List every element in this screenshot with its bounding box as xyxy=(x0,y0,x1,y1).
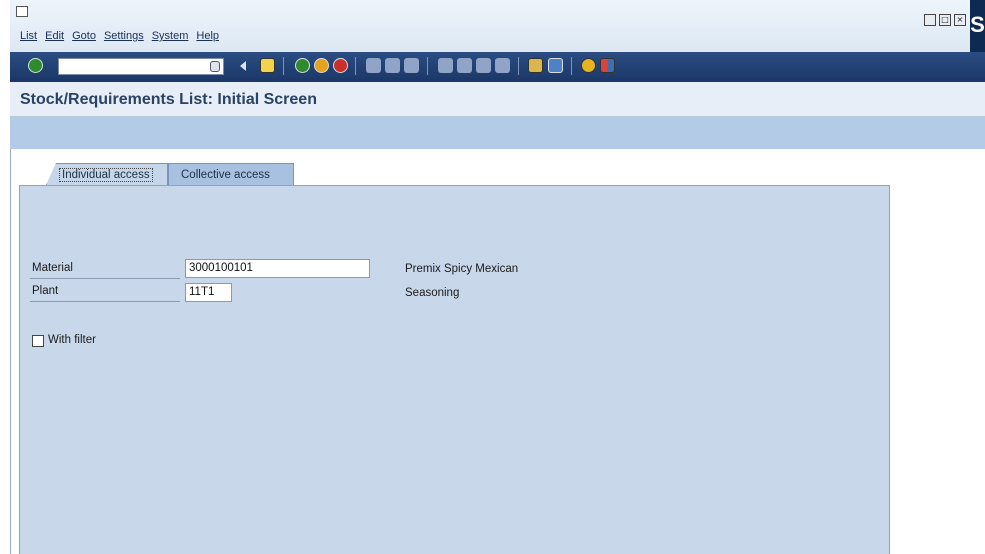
material-description-line-2: Seasoning xyxy=(405,287,460,299)
menu-help[interactable]: Help xyxy=(196,30,219,46)
material-description-line-1: Premix Spicy Mexican xyxy=(405,263,519,275)
sap-logo: S xyxy=(970,0,985,52)
plant-input[interactable]: 11T1 xyxy=(185,283,232,302)
menu-list[interactable]: List xyxy=(20,30,37,46)
toolbar-separator xyxy=(355,57,356,75)
menu-system[interactable]: System xyxy=(152,30,189,46)
material-input[interactable]: 3000100101 xyxy=(185,259,370,278)
print-icon[interactable] xyxy=(366,58,381,73)
system-menu-icon[interactable] xyxy=(16,6,28,17)
first-page-icon[interactable] xyxy=(438,58,453,73)
toolbar-separator xyxy=(518,57,519,75)
menu-goto[interactable]: Goto xyxy=(72,30,96,46)
menu-edit[interactable]: Edit xyxy=(45,30,64,46)
minimize-icon[interactable] xyxy=(924,14,936,26)
back-icon[interactable] xyxy=(295,58,310,73)
cancel-icon[interactable] xyxy=(333,58,348,73)
save-icon[interactable] xyxy=(260,58,275,73)
close-icon[interactable]: × xyxy=(954,14,966,26)
layout-icon[interactable] xyxy=(600,58,615,73)
find-next-icon[interactable] xyxy=(404,58,419,73)
with-filter-checkbox[interactable] xyxy=(32,335,44,347)
with-filter-label[interactable]: With filter xyxy=(48,334,96,346)
find-icon[interactable] xyxy=(385,58,400,73)
toolbar-separator xyxy=(283,57,284,75)
next-page-icon[interactable] xyxy=(476,58,491,73)
material-label-underline xyxy=(30,278,180,279)
exit-icon[interactable] xyxy=(314,58,329,73)
last-page-icon[interactable] xyxy=(495,58,510,73)
tab-panel xyxy=(19,185,890,554)
plant-label-underline xyxy=(30,301,180,302)
previous-page-icon[interactable] xyxy=(457,58,472,73)
collapse-icon[interactable] xyxy=(240,61,246,71)
toolbar-separator xyxy=(427,57,428,75)
enter-check-icon[interactable] xyxy=(28,58,43,73)
page-title: Stock/Requirements List: Initial Screen xyxy=(20,91,317,108)
tab-individual-access[interactable]: Individual access xyxy=(46,163,168,185)
maximize-icon[interactable]: □ xyxy=(939,14,951,26)
application-toolbar xyxy=(10,117,985,149)
tab-collective-access[interactable]: Collective access xyxy=(168,163,294,185)
menu-settings[interactable]: Settings xyxy=(104,30,144,46)
create-session-icon[interactable] xyxy=(528,58,543,73)
shortcut-icon[interactable] xyxy=(548,58,563,73)
toolbar-separator xyxy=(571,57,572,75)
tab-collective-access-label: Collective access xyxy=(181,169,270,181)
plant-label: Plant xyxy=(32,285,59,297)
menu-bar: List Edit Goto Settings System Help xyxy=(20,30,227,46)
tab-individual-access-label: Individual access xyxy=(59,168,153,182)
material-label: Material xyxy=(32,262,73,274)
command-history-icon[interactable] xyxy=(210,61,220,72)
help-icon[interactable] xyxy=(581,58,596,73)
command-field[interactable] xyxy=(58,58,224,75)
left-frame-line xyxy=(10,149,11,554)
